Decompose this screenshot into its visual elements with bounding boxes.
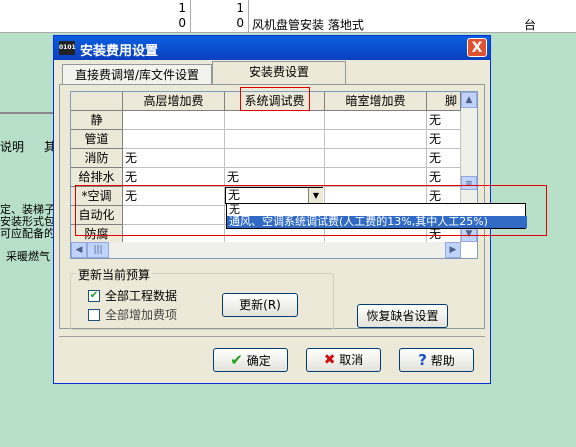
check-label[interactable]: 全部工程数据	[105, 287, 177, 304]
tab-install-fee[interactable]: 安装费设置	[212, 61, 346, 85]
col-header[interactable]: 高层增加费	[123, 92, 225, 111]
grid-cell[interactable]: 无	[427, 130, 461, 149]
dialog-title: 安装费用设置	[80, 44, 159, 59]
grid-cell[interactable]	[325, 130, 427, 149]
highlight-box	[75, 185, 547, 236]
ok-button[interactable]: ✔ 确定	[213, 348, 288, 372]
highlight-box	[240, 87, 310, 111]
scroll-right-icon[interactable]: ▶	[445, 242, 461, 258]
close-button[interactable]: X	[467, 38, 487, 57]
bg-unit: 台	[524, 18, 537, 32]
scroll-left-icon[interactable]: ◀	[71, 242, 87, 258]
title-bar[interactable]: 0101 安装费用设置 X	[54, 36, 490, 60]
bg-text: 采暖燃气	[6, 250, 50, 263]
horizontal-scrollbar[interactable]: ◀ ||| ▶	[71, 242, 461, 258]
bg-text: 可应配备的	[0, 227, 55, 240]
cross-icon: ✖	[323, 352, 336, 368]
bg-cell: 0	[191, 14, 249, 32]
group-title: 更新当前预算	[76, 266, 153, 283]
grid-cell[interactable]	[225, 111, 325, 130]
grid-cell[interactable]	[225, 130, 325, 149]
bg-tab-text[interactable]: 说明	[0, 138, 24, 155]
scroll-up-icon[interactable]: ▲	[461, 92, 477, 108]
ok-label: 确定	[246, 354, 271, 368]
bg-row-1: 1 1	[0, 0, 576, 15]
tab-direct-fee[interactable]: 直接费调增/库文件设置	[62, 64, 212, 84]
grid-cell[interactable]	[123, 111, 225, 130]
check-label[interactable]: 全部增加费项	[105, 306, 177, 323]
grid-cell[interactable]	[225, 149, 325, 168]
grid-cell[interactable]: 无	[427, 149, 461, 168]
col-header[interactable]: 暗室增加费	[325, 92, 427, 111]
restore-defaults-button[interactable]: 恢复缺省设置	[357, 304, 448, 328]
app-icon: 0101	[59, 41, 76, 55]
grid-corner	[71, 92, 123, 111]
grid-cell[interactable]	[325, 149, 427, 168]
cancel-button[interactable]: ✖ 取消	[306, 348, 381, 372]
update-budget-group: 更新当前预算 ✔ 全部工程数据 全部增加费项 更新(R)	[70, 266, 334, 330]
check-icon: ✔	[230, 351, 243, 369]
check-all-surcharges[interactable]	[88, 309, 100, 321]
bg-cell: 1	[191, 0, 249, 15]
grid-cell[interactable]: 无	[123, 149, 225, 168]
grid-cell[interactable]	[325, 111, 427, 130]
hscroll-thumb[interactable]: |||	[87, 242, 109, 258]
bg-desc: 风机盘管安装 落地式	[252, 18, 364, 32]
row-header[interactable]: 管道	[71, 130, 123, 149]
row-header[interactable]: 静	[71, 111, 123, 130]
bg-cell: 0	[108, 14, 191, 32]
grid-cell[interactable]	[123, 130, 225, 149]
row-header[interactable]: 消防	[71, 149, 123, 168]
bg-divider	[0, 112, 55, 114]
bg-cell: 1	[108, 0, 191, 15]
divider	[59, 336, 485, 337]
help-button[interactable]: ? 帮助	[399, 348, 474, 372]
update-button[interactable]: 更新(R)	[222, 293, 298, 317]
help-icon: ?	[418, 351, 427, 369]
help-label: 帮助	[430, 354, 455, 368]
col-header[interactable]: 脚	[427, 92, 461, 111]
bg-row-2: 0 0 风机盘管安装 落地式 台	[0, 14, 576, 33]
grid-cell[interactable]: 无	[427, 111, 461, 130]
cancel-label: 取消	[339, 353, 364, 367]
check-all-project-data[interactable]: ✔	[88, 290, 100, 302]
